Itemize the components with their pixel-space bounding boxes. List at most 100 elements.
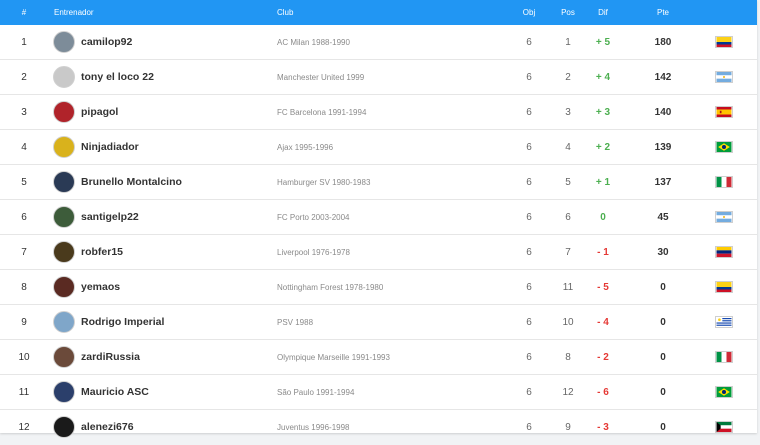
pos-value: 11 bbox=[562, 281, 574, 293]
flag-icon bbox=[700, 141, 748, 153]
table-row[interactable]: 9 Rodrigo Imperial PSV 1988 6 10 - 4 0 bbox=[0, 305, 757, 340]
pos-value: 8 bbox=[565, 351, 571, 363]
coach-name[interactable]: robfer15 bbox=[81, 246, 123, 258]
points-value: 0 bbox=[660, 281, 666, 293]
avatar[interactable] bbox=[53, 381, 75, 403]
coach-name[interactable]: zardiRussia bbox=[81, 351, 140, 363]
dif-value: + 5 bbox=[595, 36, 611, 48]
points-value: 45 bbox=[657, 211, 669, 223]
obj-value: 6 bbox=[526, 246, 532, 258]
club-name: FC Porto 2003-2004 bbox=[277, 212, 350, 222]
table-row[interactable]: 6 santigelp22 FC Porto 2003-2004 6 6 0 45 bbox=[0, 200, 757, 235]
club-name: Manchester United 1999 bbox=[277, 72, 365, 82]
avatar[interactable] bbox=[53, 241, 75, 263]
pos-value: 6 bbox=[565, 211, 571, 223]
row-rank: 4 bbox=[21, 141, 27, 153]
club-name: Juventus 1996-1998 bbox=[277, 422, 350, 432]
obj-value: 6 bbox=[526, 351, 532, 363]
table-row[interactable]: 1 camilop92 AC Milan 1988-1990 6 1 + 5 180 bbox=[0, 25, 757, 60]
flag-icon bbox=[700, 246, 748, 258]
club-name: São Paulo 1991-1994 bbox=[277, 387, 355, 397]
table-row[interactable]: 2 tony el loco 22 Manchester United 1999 6 2… bbox=[0, 60, 757, 95]
points-value: 0 bbox=[660, 386, 666, 398]
avatar[interactable] bbox=[53, 136, 75, 158]
obj-value: 6 bbox=[526, 71, 532, 83]
avatar[interactable] bbox=[53, 31, 75, 53]
obj-value: 6 bbox=[526, 106, 532, 118]
flag-icon bbox=[700, 71, 748, 83]
coach-name[interactable]: yemaos bbox=[81, 281, 120, 293]
points-value: 0 bbox=[660, 316, 666, 328]
avatar[interactable] bbox=[53, 206, 75, 228]
pos-value: 2 bbox=[565, 71, 571, 83]
obj-value: 6 bbox=[526, 36, 532, 48]
flag-icon bbox=[700, 421, 748, 433]
flag-icon bbox=[700, 351, 748, 363]
coach-name[interactable]: Rodrigo Imperial bbox=[81, 316, 164, 328]
dif-value: - 2 bbox=[597, 351, 609, 363]
coach-cell[interactable]: Mauricio ASC bbox=[48, 381, 277, 403]
coach-name[interactable]: camilop92 bbox=[81, 36, 132, 48]
coach-name[interactable]: tony el loco 22 bbox=[81, 71, 154, 83]
obj-value: 6 bbox=[526, 281, 532, 293]
coach-cell[interactable]: robfer15 bbox=[48, 241, 277, 263]
dif-value: + 3 bbox=[595, 106, 611, 118]
row-rank: 6 bbox=[21, 211, 27, 223]
avatar[interactable] bbox=[53, 101, 75, 123]
obj-value: 6 bbox=[526, 141, 532, 153]
row-rank: 7 bbox=[21, 246, 27, 258]
flag-icon bbox=[700, 281, 748, 293]
avatar[interactable] bbox=[53, 311, 75, 333]
coach-cell[interactable]: santigelp22 bbox=[48, 206, 277, 228]
table-body: 1 camilop92 AC Milan 1988-1990 6 1 + 5 180 2 ton… bbox=[0, 25, 757, 444]
points-value: 140 bbox=[654, 106, 672, 118]
coach-cell[interactable]: pipagol bbox=[48, 101, 277, 123]
table-row[interactable]: 10 zardiRussia Olympique Marseille 1991-19… bbox=[0, 340, 757, 375]
coach-name[interactable]: Mauricio ASC bbox=[81, 386, 149, 398]
club-name: Olympique Marseille 1991-1993 bbox=[277, 352, 390, 362]
dif-value: - 6 bbox=[597, 386, 609, 398]
header-num: # bbox=[21, 8, 27, 17]
coach-name[interactable]: Ninjadiador bbox=[81, 141, 139, 153]
ranking-table: # Entrenador Club Obj Pos Dif Pte 1 camil… bbox=[0, 0, 757, 438]
coach-cell[interactable]: camilop92 bbox=[48, 31, 277, 53]
avatar[interactable] bbox=[53, 346, 75, 368]
avatar[interactable] bbox=[53, 171, 75, 193]
points-value: 180 bbox=[654, 36, 672, 48]
header-obj: Obj bbox=[522, 8, 536, 17]
obj-value: 6 bbox=[526, 316, 532, 328]
pos-value: 1 bbox=[565, 36, 571, 48]
flag-icon bbox=[700, 176, 748, 188]
coach-cell[interactable]: Rodrigo Imperial bbox=[48, 311, 277, 333]
points-value: 30 bbox=[657, 246, 669, 258]
coach-cell[interactable]: zardiRussia bbox=[48, 346, 277, 368]
pos-value: 7 bbox=[565, 246, 571, 258]
dif-value: + 4 bbox=[595, 71, 611, 83]
table-row[interactable]: 12 alenezi676 Juventus 1996-1998 6 9 - 3 0 bbox=[0, 410, 757, 444]
avatar[interactable] bbox=[53, 276, 75, 298]
points-value: 142 bbox=[654, 71, 672, 83]
coach-name[interactable]: Brunello Montalcino bbox=[81, 176, 182, 188]
table-row[interactable]: 3 pipagol FC Barcelona 1991-1994 6 3 + 3 140 bbox=[0, 95, 757, 130]
table-row[interactable]: 7 robfer15 Liverpool 1976-1978 6 7 - 1 30 bbox=[0, 235, 757, 270]
table-row[interactable]: 8 yemaos Nottingham Forest 1978-1980 6 11 - 5… bbox=[0, 270, 757, 305]
points-value: 139 bbox=[654, 141, 672, 153]
dif-value: - 4 bbox=[597, 316, 609, 328]
coach-cell[interactable]: yemaos bbox=[48, 276, 277, 298]
avatar[interactable] bbox=[53, 416, 75, 438]
coach-name[interactable]: santigelp22 bbox=[81, 211, 139, 223]
dif-value: - 3 bbox=[597, 421, 609, 433]
coach-name[interactable]: alenezi676 bbox=[81, 421, 134, 433]
club-name: Liverpool 1976-1978 bbox=[277, 247, 350, 257]
header-coach: Entrenador bbox=[54, 8, 94, 17]
table-row[interactable]: 11 Mauricio ASC São Paulo 1991-1994 6 12 - 6 0 bbox=[0, 375, 757, 410]
avatar[interactable] bbox=[53, 66, 75, 88]
coach-cell[interactable]: tony el loco 22 bbox=[48, 66, 277, 88]
table-row[interactable]: 5 Brunello Montalcino Hamburger SV 1980-19… bbox=[0, 165, 757, 200]
table-row[interactable]: 4 Ninjadiador Ajax 1995-1996 6 4 + 2 139 bbox=[0, 130, 757, 165]
coach-cell[interactable]: Brunello Montalcino bbox=[48, 171, 277, 193]
coach-cell[interactable]: Ninjadiador bbox=[48, 136, 277, 158]
coach-cell[interactable]: alenezi676 bbox=[48, 416, 277, 438]
coach-name[interactable]: pipagol bbox=[81, 106, 118, 118]
pos-value: 9 bbox=[565, 421, 571, 433]
